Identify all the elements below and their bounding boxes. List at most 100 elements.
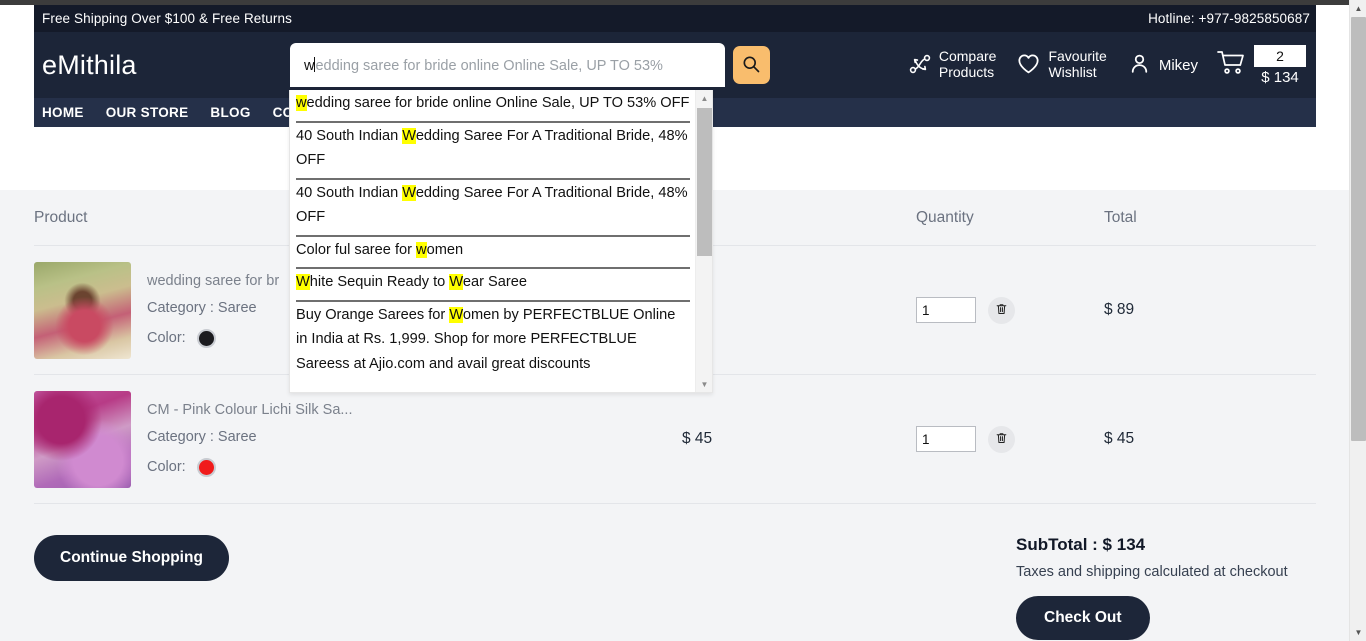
compare-products-label: Compare Products <box>938 48 997 80</box>
search-button[interactable] <box>732 46 770 84</box>
suggestion-post: edding saree for bride online Online Sal… <box>306 95 690 111</box>
window-scroll-up-icon[interactable]: ▲ <box>1350 0 1366 17</box>
suggestion-pre: Buy Orange Sarees for <box>296 306 450 323</box>
site-logo[interactable]: eMithila <box>42 50 290 81</box>
heart-icon <box>1016 51 1041 79</box>
page-canvas: Free Shipping Over $100 & Free Returns H… <box>0 5 1349 641</box>
compare-products-link[interactable]: Compare Products <box>898 48 1007 80</box>
wishlist-label-line2: Wishlist <box>1048 64 1097 80</box>
cart-footer: Continue Shopping SubTotal : $ 134 Taxes… <box>34 535 1316 640</box>
table-row: CM - Pink Colour Lichi Silk Sa... Catego… <box>34 375 1316 504</box>
product-details: wedding saree for br Category : Saree Co… <box>147 268 279 352</box>
checkout-button[interactable]: Check Out <box>1016 596 1150 640</box>
color-swatch <box>196 329 216 349</box>
cart-summary-panel: SubTotal : $ 134 Taxes and shipping calc… <box>1016 535 1316 640</box>
product-image[interactable] <box>34 261 131 359</box>
remove-item-button[interactable] <box>988 296 1015 324</box>
compare-label-line1: Compare <box>938 48 997 65</box>
cart-row-total: $ 45 <box>1104 430 1135 447</box>
search-area: wedding saree for bride online Online Sa… <box>290 43 770 87</box>
suggestion-pre: 40 South Indian <box>296 184 403 201</box>
suggestion-post-2: ear Saree <box>462 274 527 290</box>
column-header-total: Total <box>1104 208 1137 226</box>
scroll-down-icon[interactable]: ▼ <box>696 376 712 392</box>
cart-total-amount: $ 134 <box>1261 68 1299 86</box>
suggestion-highlight: W <box>402 184 416 201</box>
compare-icon <box>908 52 932 79</box>
compare-label-line2: Products <box>938 64 995 80</box>
suggestions-scrollbar-thumb[interactable] <box>697 108 712 256</box>
suggestion-item[interactable]: Color ful saree for women <box>296 237 690 269</box>
cart-row-quantity <box>884 425 1102 453</box>
page-root: Free Shipping Over $100 & Free Returns H… <box>0 0 1366 641</box>
suggestion-post: hite Sequin Ready to <box>309 274 450 290</box>
scroll-up-icon[interactable]: ▲ <box>696 90 712 107</box>
cart-icon <box>1216 49 1246 82</box>
suggestion-post: omen <box>426 241 464 258</box>
cart-link[interactable]: 2 $ 134 <box>1208 44 1310 86</box>
product-color: Color: <box>147 325 279 352</box>
announcement-bar: Free Shipping Over $100 & Free Returns H… <box>34 5 1316 32</box>
cart-row-product: CM - Pink Colour Lichi Silk Sa... Catego… <box>34 390 654 488</box>
suggestion-item[interactable]: Buy Orange Sarees for Women by PERFECTBL… <box>296 302 690 382</box>
product-category: Category : Saree <box>147 428 257 445</box>
product-color: Color: <box>147 454 352 481</box>
quantity-input[interactable] <box>916 426 976 452</box>
suggestion-item[interactable]: 40 South Indian Wedding Saree For A Trad… <box>296 123 690 180</box>
quantity-input[interactable] <box>916 297 976 323</box>
color-label: Color: <box>147 330 186 347</box>
cart-item-count: 2 <box>1254 44 1306 67</box>
continue-shopping-button[interactable]: Continue Shopping <box>34 535 229 581</box>
product-title[interactable]: CM - Pink Colour Lichi Silk Sa... <box>147 397 352 424</box>
suggestion-pre: 40 South Indian <box>296 127 403 144</box>
wishlist-link[interactable]: Favourite Wishlist <box>1006 48 1116 80</box>
cart-row-quantity <box>884 296 1102 324</box>
window-scrollbar[interactable]: ▲ ▼ <box>1349 0 1366 641</box>
cart-row-total: $ 89 <box>1104 301 1135 318</box>
tax-note-text: Taxes and shipping calculated at checkou… <box>1016 564 1288 580</box>
remove-item-button[interactable] <box>988 425 1015 453</box>
search-suggestions-list: wedding saree for bride online Online Sa… <box>290 90 696 392</box>
column-header-quantity: Quantity <box>916 208 974 226</box>
account-username: Mikey <box>1158 56 1198 74</box>
wishlist-label: Favourite Wishlist <box>1048 48 1106 80</box>
color-swatch <box>196 458 216 478</box>
suggestion-item[interactable]: 40 South Indian Wedding Saree For A Trad… <box>296 180 690 237</box>
suggestion-highlight: w <box>296 95 307 111</box>
product-title[interactable]: wedding saree for br <box>147 268 279 295</box>
search-input[interactable]: wedding saree for bride online Online Sa… <box>290 43 725 87</box>
suggestion-item[interactable]: wedding saree for bride online Online Sa… <box>296 90 690 123</box>
color-label: Color: <box>147 459 186 476</box>
product-details: CM - Pink Colour Lichi Silk Sa... Catego… <box>147 397 352 481</box>
product-category: Category : Saree <box>147 299 257 316</box>
nav-item-home[interactable]: HOME <box>42 105 84 120</box>
cart-row-price: $ 45 <box>682 430 713 447</box>
suggestion-item[interactable]: White Sequin Ready to Wear Saree <box>296 269 690 302</box>
trash-icon <box>995 302 1008 319</box>
search-ghost-text: edding saree for bride online Online Sal… <box>315 57 663 74</box>
trash-icon <box>995 431 1008 448</box>
window-scroll-down-icon[interactable]: ▼ <box>1350 624 1366 641</box>
suggestions-scrollbar[interactable]: ▲ ▼ <box>695 90 712 392</box>
search-icon <box>741 54 761 77</box>
suggestion-highlight-2: W <box>449 274 463 290</box>
browser-chrome-sliver <box>0 0 1349 5</box>
suggestion-pre: Color ful saree for <box>296 241 417 258</box>
product-image[interactable] <box>34 390 131 488</box>
window-scrollbar-thumb[interactable] <box>1351 17 1366 441</box>
suggestion-highlight: W <box>296 274 310 290</box>
subtotal-text: SubTotal : $ 134 <box>1016 535 1146 554</box>
search-typed-value: w <box>304 57 315 74</box>
suggestion-highlight: W <box>402 127 416 144</box>
suggestion-highlight: w <box>416 241 427 258</box>
search-suggestions-dropdown[interactable]: wedding saree for bride online Online Sa… <box>289 90 713 393</box>
nav-item-our-store[interactable]: OUR STORE <box>106 105 189 120</box>
promo-text: Free Shipping Over $100 & Free Returns <box>42 11 292 26</box>
header-actions: Compare Products Favourite Wishlist Mike… <box>898 44 1312 86</box>
nav-item-blog[interactable]: BLOG <box>210 105 250 120</box>
search-input-text: wedding saree for bride online Online Sa… <box>304 56 663 74</box>
suggestion-highlight: W <box>449 306 463 323</box>
account-link[interactable]: Mikey <box>1117 51 1208 79</box>
user-icon <box>1127 51 1152 79</box>
cart-summary: 2 $ 134 <box>1254 44 1306 86</box>
